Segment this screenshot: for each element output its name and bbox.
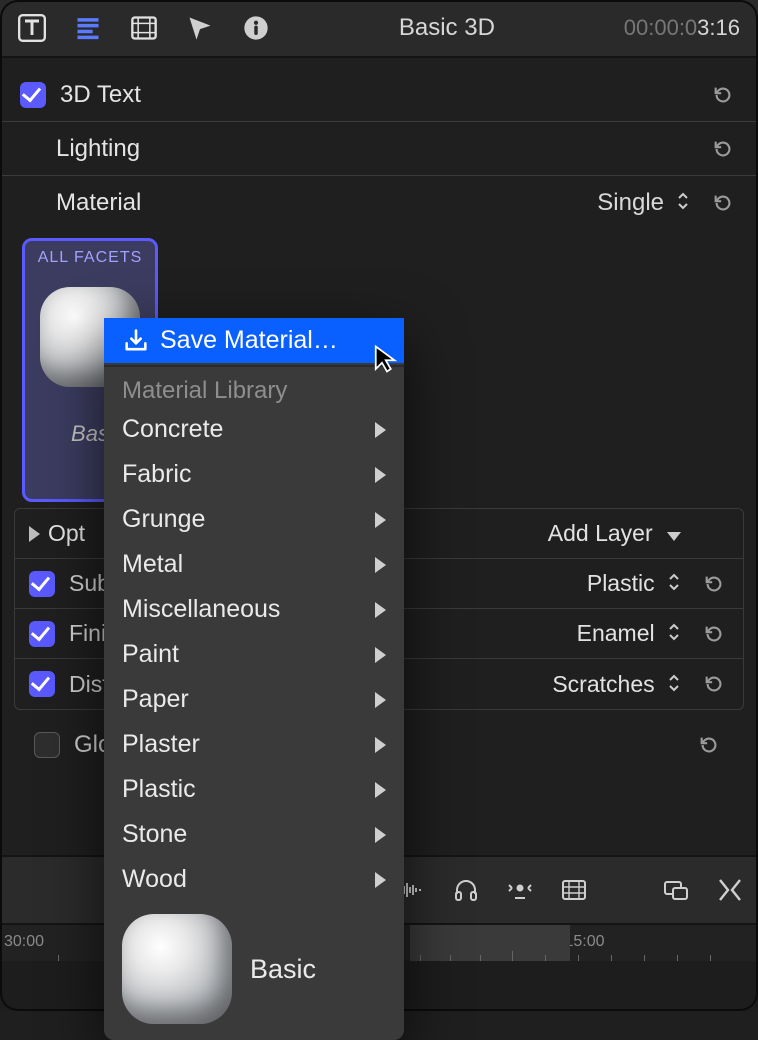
- topbar-icon-group: [18, 14, 270, 42]
- filmstrip-icon[interactable]: [556, 872, 592, 908]
- menu-item-wood[interactable]: Wood: [104, 857, 404, 902]
- substance-value[interactable]: Plastic: [587, 570, 681, 597]
- mouse-cursor-icon: [372, 344, 402, 379]
- submenu-arrow-icon: [375, 647, 386, 663]
- menu-item-paint[interactable]: Paint: [104, 632, 404, 677]
- timecode-length: 3:16: [697, 15, 740, 40]
- reset-finish[interactable]: [699, 619, 729, 649]
- facet-header: ALL FACETS: [31, 249, 149, 267]
- inspector-title: Basic 3D: [270, 14, 624, 42]
- menu-save-material[interactable]: Save Material…: [104, 318, 404, 363]
- reset-glow[interactable]: [694, 730, 724, 760]
- menu-item-basic-label: Basic: [250, 954, 316, 985]
- menu-save-material-label: Save Material…: [160, 326, 338, 355]
- submenu-arrow-icon: [375, 737, 386, 753]
- info-circle-icon[interactable]: [242, 14, 270, 42]
- checkbox-substance[interactable]: [29, 571, 55, 597]
- headphones-icon[interactable]: [448, 872, 484, 908]
- menu-separator: [104, 365, 404, 367]
- ruler-label-left: 30:00: [4, 933, 44, 951]
- add-layer-label: Add Layer: [548, 520, 653, 546]
- menu-section-label: Material Library: [104, 373, 404, 407]
- distress-value-text: Scratches: [552, 671, 654, 697]
- video-tool-icon[interactable]: [130, 14, 158, 42]
- submenu-arrow-icon: [375, 467, 386, 483]
- checkbox-finish[interactable]: [29, 621, 55, 647]
- menu-item-plastic[interactable]: Plastic: [104, 767, 404, 812]
- menu-item-grunge[interactable]: Grunge: [104, 497, 404, 542]
- submenu-arrow-icon: [375, 602, 386, 618]
- reset-lighting[interactable]: [708, 134, 738, 164]
- full-screen-icon[interactable]: [712, 872, 748, 908]
- label-material: Material: [56, 189, 597, 217]
- checkbox-glow[interactable]: [34, 732, 60, 758]
- label-3d-text: 3D Text: [60, 81, 690, 109]
- finish-value-text: Enamel: [577, 620, 655, 646]
- submenu-arrow-icon: [375, 692, 386, 708]
- row-lighting[interactable]: Lighting: [0, 122, 758, 176]
- menu-item-stone[interactable]: Stone: [104, 812, 404, 857]
- substance-value-text: Plastic: [587, 570, 655, 596]
- paragraph-tool-icon[interactable]: [74, 14, 102, 42]
- timecode: 00:00:03:16: [624, 15, 740, 42]
- chevron-updown-icon: [676, 189, 690, 217]
- row-material[interactable]: Material Single: [0, 176, 758, 230]
- chevron-updown-icon: [667, 620, 681, 647]
- menu-item-miscellaneous[interactable]: Miscellaneous: [104, 587, 404, 632]
- secondary-display-icon[interactable]: [658, 872, 694, 908]
- distress-value[interactable]: Scratches: [552, 671, 681, 698]
- disclosure-triangle-icon[interactable]: [29, 526, 40, 542]
- menu-item-fabric[interactable]: Fabric: [104, 452, 404, 497]
- submenu-arrow-icon: [375, 872, 386, 888]
- arrow-tool-icon[interactable]: [186, 14, 214, 42]
- material-value[interactable]: Single: [597, 189, 690, 217]
- material-value-text: Single: [597, 189, 664, 217]
- chevron-updown-icon: [667, 570, 681, 597]
- chevron-down-icon: [667, 532, 681, 541]
- submenu-arrow-icon: [375, 557, 386, 573]
- checkbox-3d-text[interactable]: [20, 82, 46, 108]
- inspector-topbar: Basic 3D 00:00:03:16: [0, 0, 758, 58]
- save-tray-icon: [122, 327, 150, 355]
- label-lighting: Lighting: [56, 135, 690, 163]
- timecode-prefix: 00:00:0: [624, 15, 697, 40]
- menu-item-paper[interactable]: Paper: [104, 677, 404, 722]
- add-layer-button[interactable]: Add Layer: [548, 520, 681, 547]
- submenu-arrow-icon: [375, 827, 386, 843]
- text-tool-icon[interactable]: [18, 14, 46, 42]
- menu-item-basic[interactable]: Basic: [104, 902, 404, 1024]
- menu-item-concrete[interactable]: Concrete: [104, 407, 404, 452]
- reset-material[interactable]: [708, 188, 738, 218]
- menu-item-plaster[interactable]: Plaster: [104, 722, 404, 767]
- material-sphere-icon: [122, 914, 232, 1024]
- row-3d-text: 3D Text: [0, 68, 758, 122]
- material-popup: Save Material… Material Library Concrete…: [104, 318, 404, 1040]
- reset-substance[interactable]: [699, 569, 729, 599]
- reset-3d-text[interactable]: [708, 80, 738, 110]
- finish-value[interactable]: Enamel: [577, 620, 681, 647]
- checkbox-distress[interactable]: [29, 671, 55, 697]
- skimming-icon[interactable]: [502, 872, 538, 908]
- reset-distress[interactable]: [699, 669, 729, 699]
- chevron-updown-icon: [667, 671, 681, 698]
- submenu-arrow-icon: [375, 512, 386, 528]
- menu-item-metal[interactable]: Metal: [104, 542, 404, 587]
- submenu-arrow-icon: [375, 782, 386, 798]
- submenu-arrow-icon: [375, 422, 386, 438]
